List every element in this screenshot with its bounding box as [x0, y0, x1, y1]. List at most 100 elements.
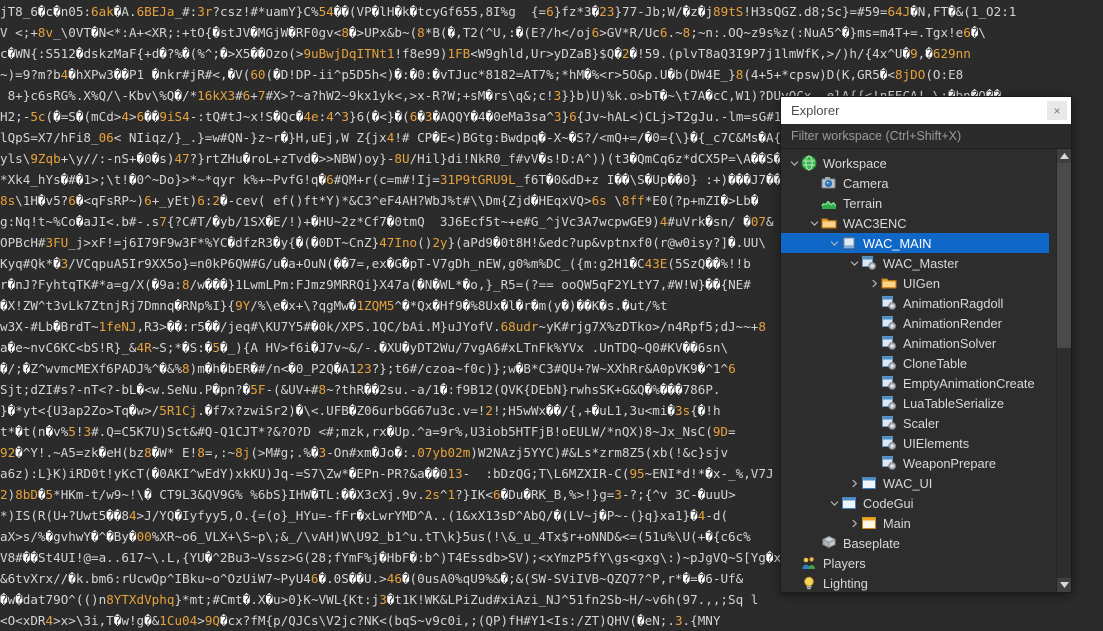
tree-item-clonetable[interactable]: CloneTable — [781, 353, 1057, 373]
tree-item-label: UIElements — [903, 435, 970, 451]
screengui-icon — [841, 495, 857, 511]
modulescript-icon — [881, 335, 897, 351]
tree-item-luatableserialize[interactable]: LuaTableSerialize — [781, 393, 1057, 413]
modulescript-icon — [881, 415, 897, 431]
chevron-right-icon[interactable] — [847, 513, 861, 533]
tree-item-players[interactable]: Players — [781, 553, 1057, 573]
filter-workspace-input[interactable] — [789, 128, 1063, 144]
chevron-down-icon[interactable] — [827, 233, 841, 253]
tree-item-weaponprepare[interactable]: WeaponPrepare — [781, 453, 1057, 473]
tree-arrow-spacer — [867, 373, 881, 393]
explorer-title: Explorer — [791, 103, 840, 118]
tree-item-wac3enc[interactable]: WAC3ENC — [781, 213, 1057, 233]
tree-item-main[interactable]: Main — [781, 513, 1057, 533]
tree-arrow-spacer — [867, 353, 881, 373]
chevron-right-icon[interactable] — [847, 473, 861, 493]
tree-item-animationragdoll[interactable]: AnimationRagdoll — [781, 293, 1057, 313]
tree-item-workspace[interactable]: Workspace — [781, 153, 1057, 173]
roblox-studio-window: jT8_6�c�n05:6ak�A.6BEJa_#:3r?csz!#*uamY}… — [0, 0, 1103, 631]
chevron-down-icon[interactable] — [787, 153, 801, 173]
folder-icon — [821, 215, 837, 231]
scroll-up-icon[interactable] — [1057, 149, 1071, 163]
players-icon — [801, 555, 817, 571]
tree-item-label: WeaponPrepare — [903, 455, 996, 471]
explorer-scrollbar[interactable] — [1056, 149, 1071, 592]
tree-arrow-spacer — [867, 333, 881, 353]
model-icon — [841, 235, 857, 251]
chevron-down-icon[interactable] — [847, 253, 861, 273]
tree-item-lighting[interactable]: Lighting — [781, 573, 1057, 592]
tree-item-label: WAC_Master — [883, 255, 959, 271]
tree-item-label: Camera — [843, 175, 889, 191]
tree-arrow-spacer — [867, 453, 881, 473]
tree-item-animationsolver[interactable]: AnimationSolver — [781, 333, 1057, 353]
tree-item-wac-ui[interactable]: WAC_UI — [781, 473, 1057, 493]
tree-arrow-spacer — [807, 193, 821, 213]
tree-item-wac-master[interactable]: WAC_Master — [781, 253, 1057, 273]
tree-item-label: Players — [823, 555, 866, 571]
chevron-right-icon[interactable] — [867, 273, 881, 293]
modulescript-icon — [881, 435, 897, 451]
tree-item-wac-main[interactable]: WAC_MAIN — [781, 233, 1049, 253]
tree-arrow-spacer — [867, 313, 881, 333]
tree-item-label: WAC_UI — [883, 475, 933, 491]
tree-item-label: AnimationRender — [903, 315, 1002, 331]
tree-item-label: LuaTableSerialize — [903, 395, 1005, 411]
tree-arrow-spacer — [867, 433, 881, 453]
tree-item-label: Terrain — [843, 195, 883, 211]
terrain-icon — [821, 195, 837, 211]
tree-item-label: WAC3ENC — [843, 215, 907, 231]
tree-item-label: AnimationRagdoll — [903, 295, 1004, 311]
lighting-icon — [801, 575, 817, 591]
explorer-filter-bar — [781, 124, 1071, 149]
tree-arrow-spacer — [807, 533, 821, 553]
folder-icon — [881, 275, 897, 291]
scrollbar-thumb[interactable] — [1057, 163, 1071, 348]
screengui-icon — [861, 475, 877, 491]
chevron-down-icon[interactable] — [827, 493, 841, 513]
tree-item-terrain[interactable]: Terrain — [781, 193, 1057, 213]
tree-item-label: Main — [883, 515, 911, 531]
explorer-panel: Explorer × Workspace Camera Terrain WAC3ENC… — [780, 96, 1072, 593]
tree-item-emptyanimationcreate[interactable]: EmptyAnimationCreate — [781, 373, 1057, 393]
tree-arrow-spacer — [787, 573, 801, 592]
modulescript-icon — [881, 395, 897, 411]
explorer-titlebar: Explorer × — [781, 97, 1071, 124]
tree-item-label: Lighting — [823, 575, 868, 591]
tree-item-label: Workspace — [823, 155, 887, 171]
tree-item-label: Scaler — [903, 415, 940, 431]
chevron-down-icon[interactable] — [807, 213, 821, 233]
part-icon — [821, 535, 837, 551]
modulescript-icon — [881, 355, 897, 371]
tree-item-label: WAC_MAIN — [863, 235, 932, 251]
tree-arrow-spacer — [867, 413, 881, 433]
modulescript-icon — [881, 375, 897, 391]
tree-arrow-spacer — [807, 173, 821, 193]
tree-item-uielements[interactable]: UIElements — [781, 433, 1057, 453]
tree-item-label: AnimationSolver — [903, 335, 997, 351]
modulescript-icon — [881, 295, 897, 311]
frame-icon — [861, 515, 877, 531]
tree-item-camera[interactable]: Camera — [781, 173, 1057, 193]
tree-item-label: CloneTable — [903, 355, 968, 371]
tree-arrow-spacer — [867, 393, 881, 413]
tree-item-codegui[interactable]: CodeGui — [781, 493, 1057, 513]
tree-item-uigen[interactable]: UIGen — [781, 273, 1057, 293]
scrollbar-track[interactable] — [1057, 163, 1071, 578]
scroll-down-icon[interactable] — [1057, 578, 1071, 592]
tree-item-animationrender[interactable]: AnimationRender — [781, 313, 1057, 333]
tree-item-label: CodeGui — [863, 495, 914, 511]
modulescript-icon — [861, 255, 877, 271]
camera-icon — [821, 175, 837, 191]
tree-arrow-spacer — [867, 293, 881, 313]
explorer-body: Workspace Camera Terrain WAC3ENC WAC_MAIN WAC… — [781, 149, 1071, 592]
close-icon[interactable]: × — [1047, 101, 1067, 120]
tree-arrow-spacer — [787, 553, 801, 573]
globe-icon — [801, 155, 817, 171]
tree-item-label: UIGen — [903, 275, 940, 291]
tree-item-scaler[interactable]: Scaler — [781, 413, 1057, 433]
tree-item-baseplate[interactable]: Baseplate — [781, 533, 1057, 553]
modulescript-icon — [881, 315, 897, 331]
tree-item-label: Baseplate — [843, 535, 900, 551]
modulescript-icon — [881, 455, 897, 471]
